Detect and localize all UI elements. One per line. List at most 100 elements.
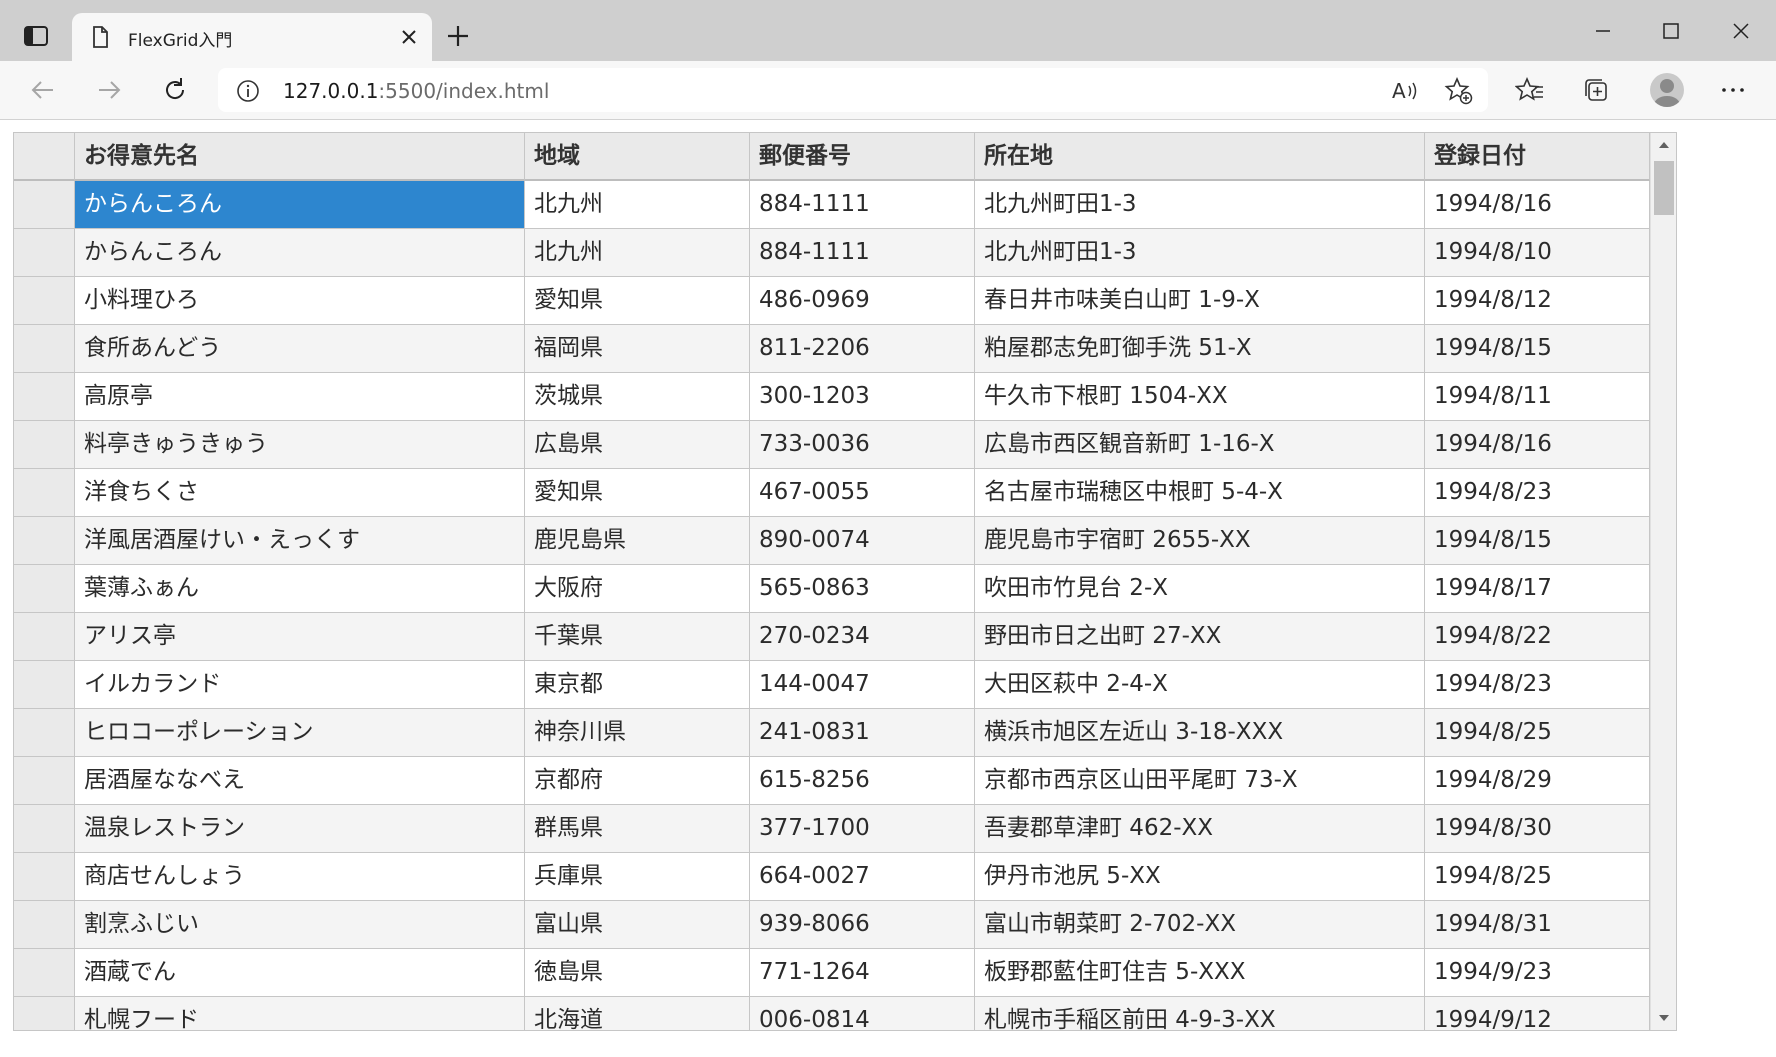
row-header-cell[interactable]: [14, 709, 75, 757]
cell-customer-name[interactable]: 高原亭: [75, 373, 525, 421]
cell-registration-date[interactable]: 1994/8/16: [1425, 421, 1650, 469]
cell-postal-code[interactable]: 300-1203: [750, 373, 975, 421]
cell-customer-name[interactable]: 居酒屋ななべえ: [75, 757, 525, 805]
table-row[interactable]: からんころん 北九州 884-1111 北九州町田1-3 1994/8/16: [14, 181, 1650, 229]
cell-registration-date[interactable]: 1994/8/12: [1425, 277, 1650, 325]
cell-postal-code[interactable]: 884-1111: [750, 229, 975, 277]
flexgrid[interactable]: お得意先名 地域 郵便番号 所在地 登録日付 からんころん 北九州 884-1111…: [13, 132, 1677, 1031]
cell-postal-code[interactable]: 664-0027: [750, 853, 975, 901]
cell-address[interactable]: 広島市西区観音新町 1-16-X: [975, 421, 1425, 469]
scrollbar-thumb[interactable]: [1654, 161, 1674, 215]
cell-region[interactable]: 大阪府: [525, 565, 750, 613]
cell-customer-name[interactable]: 葉薄ふぁん: [75, 565, 525, 613]
cell-address[interactable]: 粕屋郡志免町御手洗 51-X: [975, 325, 1425, 373]
cell-registration-date[interactable]: 1994/8/16: [1425, 181, 1650, 229]
cell-customer-name[interactable]: 札幌フード: [75, 997, 525, 1030]
cell-customer-name[interactable]: 温泉レストラン: [75, 805, 525, 853]
vertical-scrollbar[interactable]: [1650, 133, 1676, 1030]
maximize-icon[interactable]: [1656, 16, 1686, 46]
table-row[interactable]: からんころん 北九州 884-1111 北九州町田1-3 1994/8/10: [14, 229, 1650, 277]
cell-address[interactable]: 京都市西京区山田平尾町 73-X: [975, 757, 1425, 805]
cell-customer-name[interactable]: 小料理ひろ: [75, 277, 525, 325]
cell-customer-name[interactable]: 食所あんどう: [75, 325, 525, 373]
cell-customer-name[interactable]: 洋食ちくさ: [75, 469, 525, 517]
window-close-icon[interactable]: [1726, 16, 1756, 46]
cell-customer-name[interactable]: 割烹ふじい: [75, 901, 525, 949]
cell-region[interactable]: 神奈川県: [525, 709, 750, 757]
row-header-cell[interactable]: [14, 757, 75, 805]
cell-region[interactable]: 鹿児島県: [525, 517, 750, 565]
table-row[interactable]: 温泉レストラン 群馬県 377-1700 吾妻郡草津町 462-XX 1994/8/30: [14, 805, 1650, 853]
cell-postal-code[interactable]: 615-8256: [750, 757, 975, 805]
cell-registration-date[interactable]: 1994/9/23: [1425, 949, 1650, 997]
cell-registration-date[interactable]: 1994/8/17: [1425, 565, 1650, 613]
cell-postal-code[interactable]: 939-8066: [750, 901, 975, 949]
cell-region[interactable]: 北海道: [525, 997, 750, 1030]
cell-address[interactable]: 野田市日之出町 27-XX: [975, 613, 1425, 661]
table-row[interactable]: アリス亭 千葉県 270-0234 野田市日之出町 27-XX 1994/8/22: [14, 613, 1650, 661]
cell-registration-date[interactable]: 1994/8/30: [1425, 805, 1650, 853]
column-header-postal-code[interactable]: 郵便番号: [750, 133, 975, 181]
cell-registration-date[interactable]: 1994/8/11: [1425, 373, 1650, 421]
url-text[interactable]: 127.0.0.1:5500/index.html: [283, 79, 549, 103]
cell-customer-name[interactable]: イルカランド: [75, 661, 525, 709]
cell-address[interactable]: 春日井市味美白山町 1-9-X: [975, 277, 1425, 325]
column-header-customer-name[interactable]: お得意先名: [75, 133, 525, 181]
cell-postal-code[interactable]: 270-0234: [750, 613, 975, 661]
cell-postal-code[interactable]: 890-0074: [750, 517, 975, 565]
cell-region[interactable]: 北九州: [525, 229, 750, 277]
cell-region[interactable]: 群馬県: [525, 805, 750, 853]
row-header-cell[interactable]: [14, 469, 75, 517]
cell-customer-name[interactable]: アリス亭: [75, 613, 525, 661]
cell-region[interactable]: 富山県: [525, 901, 750, 949]
row-header-cell[interactable]: [14, 229, 75, 277]
cell-customer-name[interactable]: ヒロコーポレーション: [75, 709, 525, 757]
cell-region[interactable]: 兵庫県: [525, 853, 750, 901]
cell-postal-code[interactable]: 565-0863: [750, 565, 975, 613]
row-header-cell[interactable]: [14, 421, 75, 469]
cell-region[interactable]: 茨城県: [525, 373, 750, 421]
cell-customer-name[interactable]: からんころん: [75, 229, 525, 277]
row-header-cell[interactable]: [14, 949, 75, 997]
cell-address[interactable]: 富山市朝菜町 2-702-XX: [975, 901, 1425, 949]
row-header-cell[interactable]: [14, 373, 75, 421]
cell-registration-date[interactable]: 1994/9/12: [1425, 997, 1650, 1030]
back-icon[interactable]: [28, 75, 58, 105]
cell-customer-name[interactable]: 商店せんしょう: [75, 853, 525, 901]
row-header-cell[interactable]: [14, 901, 75, 949]
cell-region[interactable]: 徳島県: [525, 949, 750, 997]
cell-region[interactable]: 京都府: [525, 757, 750, 805]
cell-region[interactable]: 広島県: [525, 421, 750, 469]
row-header-cell[interactable]: [14, 565, 75, 613]
add-favorite-icon[interactable]: [1444, 76, 1474, 106]
cell-address[interactable]: 大田区萩中 2-4-X: [975, 661, 1425, 709]
cell-address[interactable]: 板野郡藍住町住吉 5-XXX: [975, 949, 1425, 997]
row-header-cell[interactable]: [14, 853, 75, 901]
row-header-cell[interactable]: [14, 805, 75, 853]
table-row[interactable]: 高原亭 茨城県 300-1203 牛久市下根町 1504-XX 1994/8/11: [14, 373, 1650, 421]
column-header-registration-date[interactable]: 登録日付: [1425, 133, 1650, 181]
cell-customer-name[interactable]: 洋風居酒屋けい・えっくす: [75, 517, 525, 565]
row-header-cell[interactable]: [14, 517, 75, 565]
row-header-cell[interactable]: [14, 661, 75, 709]
top-left-header-cell[interactable]: [14, 133, 75, 181]
cell-postal-code[interactable]: 486-0969: [750, 277, 975, 325]
cell-postal-code[interactable]: 241-0831: [750, 709, 975, 757]
row-header-cell[interactable]: [14, 277, 75, 325]
table-row[interactable]: イルカランド 東京都 144-0047 大田区萩中 2-4-X 1994/8/23: [14, 661, 1650, 709]
table-row[interactable]: ヒロコーポレーション 神奈川県 241-0831 横浜市旭区左近山 3-18-XXX 1…: [14, 709, 1650, 757]
cell-postal-code[interactable]: 771-1264: [750, 949, 975, 997]
table-row[interactable]: 洋風居酒屋けい・えっくす 鹿児島県 890-0074 鹿児島市宇宿町 2655-XX 1…: [14, 517, 1650, 565]
cell-postal-code[interactable]: 377-1700: [750, 805, 975, 853]
scroll-up-icon[interactable]: [1651, 133, 1676, 157]
table-row[interactable]: 洋食ちくさ 愛知県 467-0055 名古屋市瑞穂区中根町 5-4-X 1994/8/2…: [14, 469, 1650, 517]
cell-address[interactable]: 北九州町田1-3: [975, 181, 1425, 229]
table-row[interactable]: 食所あんどう 福岡県 811-2206 粕屋郡志免町御手洗 51-X 1994/8/15: [14, 325, 1650, 373]
cell-region[interactable]: 福岡県: [525, 325, 750, 373]
table-row[interactable]: 葉薄ふぁん 大阪府 565-0863 吹田市竹見台 2-X 1994/8/17: [14, 565, 1650, 613]
plus-icon[interactable]: [444, 22, 472, 50]
tab-flexgrid[interactable]: FlexGrid入門: [72, 13, 432, 61]
cell-postal-code[interactable]: 884-1111: [750, 181, 975, 229]
cell-postal-code[interactable]: 006-0814: [750, 997, 975, 1030]
cell-registration-date[interactable]: 1994/8/23: [1425, 661, 1650, 709]
